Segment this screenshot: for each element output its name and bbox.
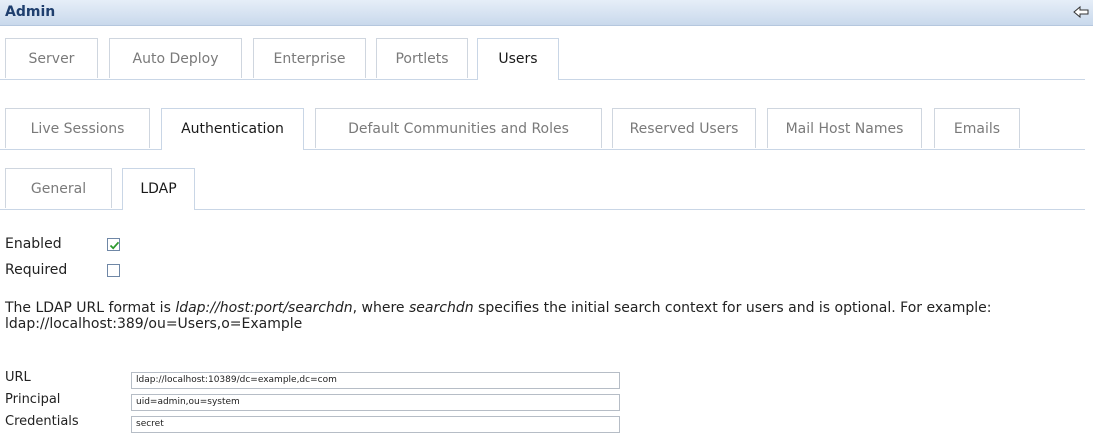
desc-url-format: ldap://host:port/searchdn [175, 300, 353, 316]
tab-general[interactable]: General [5, 168, 112, 208]
tab-users[interactable]: Users [477, 38, 559, 80]
tab-mail-host-names[interactable]: Mail Host Names [767, 108, 922, 148]
tab-live-sessions[interactable]: Live Sessions [5, 108, 150, 148]
tab-authentication[interactable]: Authentication [161, 108, 304, 150]
admin-title: Admin [5, 4, 56, 20]
admin-title-bar: Admin [0, 0, 1093, 26]
check-icon [109, 241, 120, 250]
url-label: URL [5, 370, 31, 385]
tab-enterprise[interactable]: Enterprise [253, 38, 366, 78]
enabled-checkbox[interactable] [107, 238, 120, 251]
required-checkbox[interactable] [107, 264, 120, 277]
enabled-label: Enabled [5, 236, 62, 252]
ldap-url-description: The LDAP URL format is ldap://host:port/… [5, 300, 1085, 332]
desc-text-2: , where [352, 300, 409, 316]
desc-text-1: The LDAP URL format is [5, 300, 176, 316]
tab-server[interactable]: Server [5, 38, 98, 78]
desc-searchdn: searchdn [409, 300, 474, 316]
tab-default-communities-roles[interactable]: Default Communities and Roles [315, 108, 602, 148]
credentials-input[interactable]: secret [131, 416, 620, 433]
back-arrow-icon[interactable] [1073, 4, 1089, 20]
required-label: Required [5, 262, 68, 278]
tab-emails[interactable]: Emails [934, 108, 1020, 148]
principal-input[interactable]: uid=admin,ou=system [131, 394, 620, 411]
credentials-label: Credentials [5, 414, 79, 429]
tab-reserved-users[interactable]: Reserved Users [612, 108, 756, 148]
url-input[interactable]: ldap://localhost:10389/dc=example,dc=com [131, 372, 620, 389]
principal-label: Principal [5, 392, 61, 407]
tab-ldap[interactable]: LDAP [122, 168, 195, 210]
tab-portlets[interactable]: Portlets [376, 38, 468, 78]
tab-auto-deploy[interactable]: Auto Deploy [109, 38, 242, 78]
